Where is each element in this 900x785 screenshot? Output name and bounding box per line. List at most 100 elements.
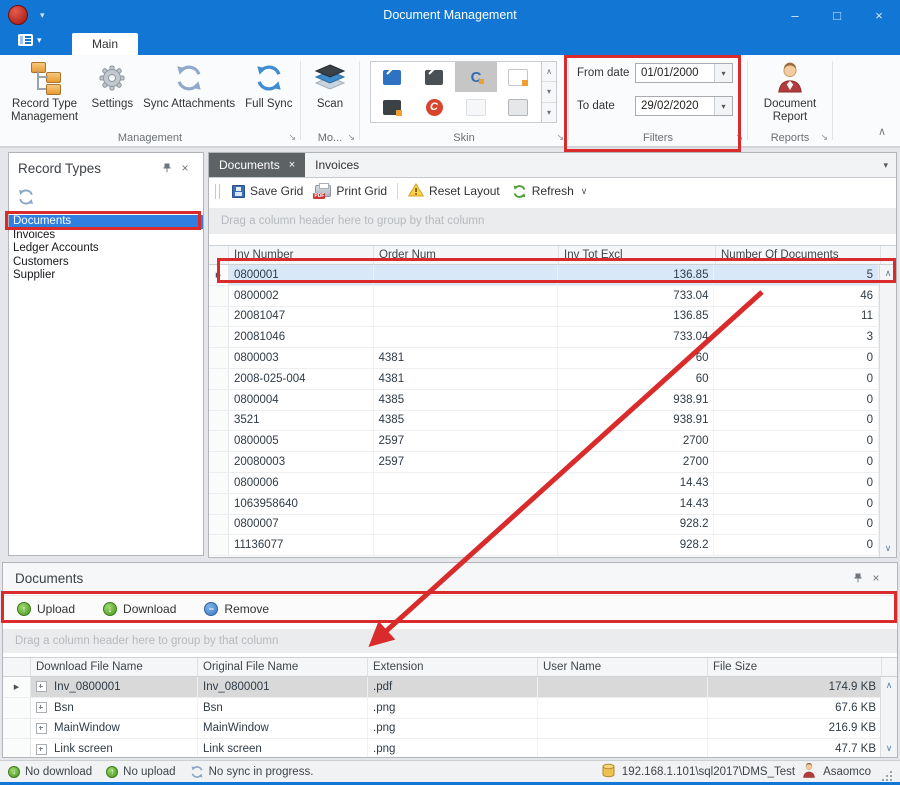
- cell-order-num[interactable]: [374, 535, 558, 555]
- cell-inv-tot-excl[interactable]: 14.43: [558, 473, 715, 493]
- cell-inv-tot-excl[interactable]: 928.2: [558, 515, 715, 535]
- tab-documents[interactable]: Documents ×: [209, 153, 305, 177]
- cell-original-file-name[interactable]: Inv_0800001: [198, 677, 368, 697]
- column-header-user-name[interactable]: User Name: [538, 658, 708, 676]
- column-header-order-num[interactable]: Order Num: [374, 246, 559, 264]
- toolbar-drag-handle[interactable]: [215, 184, 220, 199]
- close-panel-icon[interactable]: ×: [867, 571, 885, 585]
- cell-file-size[interactable]: 47.7 KB: [708, 739, 882, 758]
- cell-file-size[interactable]: 216.9 KB: [708, 719, 882, 739]
- cell-user-name[interactable]: [538, 698, 708, 718]
- resize-grip[interactable]: [882, 767, 892, 777]
- cell-order-num[interactable]: 4381: [374, 369, 558, 389]
- cell-number-of-documents[interactable]: 0: [714, 431, 879, 451]
- pin-icon[interactable]: [849, 573, 867, 583]
- document-report-button[interactable]: Document Report: [748, 59, 832, 125]
- dialog-launcher-icon[interactable]: ↘: [820, 132, 828, 143]
- cell-order-num[interactable]: [374, 515, 558, 535]
- ribbon-collapse-icon[interactable]: ∧: [878, 125, 886, 138]
- cell-extension[interactable]: .pdf: [368, 677, 538, 697]
- expand-icon[interactable]: [36, 723, 47, 734]
- cell-extension[interactable]: .png: [368, 719, 538, 739]
- skin-tile-blue-editor[interactable]: [371, 62, 413, 92]
- cell-number-of-documents[interactable]: 11: [714, 307, 879, 327]
- cell-order-num[interactable]: [374, 494, 558, 514]
- skin-tile-gray-office[interactable]: [497, 92, 539, 122]
- tab-main[interactable]: Main: [72, 33, 138, 55]
- cell-inv-number[interactable]: 0800001: [229, 265, 374, 285]
- cell-inv-tot-excl[interactable]: 60: [558, 348, 715, 368]
- cell-inv-number[interactable]: 0800004: [229, 390, 374, 410]
- skin-tile-light-office[interactable]: [455, 92, 497, 122]
- table-row[interactable]: ▶ 0800006 14.43 0: [209, 473, 879, 494]
- table-row[interactable]: ▶ Link screen Link screen .png 47.7 KB: [3, 739, 897, 758]
- table-row[interactable]: ▶ 0800003 4381 60 0: [209, 348, 879, 369]
- cell-original-file-name[interactable]: Link screen: [198, 739, 368, 758]
- table-row[interactable]: ▶ Inv_0800001 Inv_0800001 .pdf 174.9 KB: [3, 677, 897, 698]
- remove-button[interactable]: − Remove: [204, 602, 269, 616]
- cell-user-name[interactable]: [538, 677, 708, 697]
- column-header-download-file-name[interactable]: Download File Name: [31, 658, 198, 676]
- from-date-dropdown-icon[interactable]: ▾: [714, 64, 732, 82]
- cell-order-num[interactable]: [374, 307, 558, 327]
- table-row[interactable]: ▶ 0800002 733.04 46: [209, 286, 879, 307]
- table-row[interactable]: ▶ 0800001 136.85 5: [209, 265, 879, 286]
- tab-close-icon[interactable]: ×: [289, 159, 295, 171]
- scroll-up-icon[interactable]: ∧: [886, 680, 893, 691]
- cell-inv-tot-excl[interactable]: 938.91: [558, 390, 715, 410]
- cell-number-of-documents[interactable]: 5: [714, 265, 879, 285]
- cell-inv-number[interactable]: 0800006: [229, 473, 374, 493]
- quick-access-caret-icon[interactable]: ▾: [40, 10, 45, 21]
- cell-inv-number[interactable]: 20081046: [229, 327, 374, 347]
- pin-icon[interactable]: [158, 163, 176, 173]
- cell-order-num[interactable]: 4385: [374, 390, 558, 410]
- record-type-management-button[interactable]: Record Type Management: [3, 59, 87, 125]
- column-header-original-file-name[interactable]: Original File Name: [198, 658, 368, 676]
- dialog-launcher-icon[interactable]: ↘: [556, 132, 564, 143]
- cell-inv-number[interactable]: 2008-025-004: [229, 369, 374, 389]
- cell-order-num[interactable]: 4385: [374, 411, 558, 431]
- cell-inv-tot-excl[interactable]: 136.85: [558, 307, 715, 327]
- upload-button[interactable]: ↑ Upload: [17, 602, 75, 616]
- table-row[interactable]: ▶ Bsn Bsn .png 67.6 KB: [3, 698, 897, 719]
- cell-inv-number[interactable]: 11136077: [229, 535, 374, 555]
- cell-order-num[interactable]: [374, 265, 558, 285]
- cell-file-size[interactable]: 67.6 KB: [708, 698, 882, 718]
- cell-number-of-documents[interactable]: 0: [714, 535, 879, 555]
- cell-inv-tot-excl[interactable]: 733.04: [558, 286, 715, 306]
- app-icon[interactable]: [8, 5, 28, 25]
- expand-icon[interactable]: [36, 702, 47, 713]
- close-button[interactable]: ×: [858, 0, 900, 30]
- scroll-down-icon[interactable]: ∨: [885, 543, 892, 554]
- cell-inv-number[interactable]: 0800003: [229, 348, 374, 368]
- refresh-record-types-icon[interactable]: [17, 188, 35, 206]
- save-grid-button[interactable]: Save Grid: [226, 184, 309, 198]
- column-header-inv-tot-excl[interactable]: Inv Tot Excl: [559, 246, 716, 264]
- cell-number-of-documents[interactable]: 0: [714, 411, 879, 431]
- cell-number-of-documents[interactable]: 0: [714, 494, 879, 514]
- cell-inv-number[interactable]: 20080003: [229, 452, 374, 472]
- cell-inv-tot-excl[interactable]: 2700: [558, 431, 715, 451]
- full-sync-button[interactable]: Full Sync: [240, 59, 297, 125]
- cell-inv-tot-excl[interactable]: 14.43: [558, 494, 715, 514]
- cell-order-num[interactable]: [374, 327, 558, 347]
- reset-layout-button[interactable]: Reset Layout: [402, 183, 506, 200]
- skin-scroll-up-icon[interactable]: ∧: [542, 62, 556, 82]
- dialog-launcher-icon[interactable]: ↘: [288, 132, 296, 143]
- cell-order-num[interactable]: [374, 473, 558, 493]
- skin-tile-red-c[interactable]: C: [413, 92, 455, 122]
- cell-inv-tot-excl[interactable]: 60: [558, 369, 715, 389]
- group-by-panel[interactable]: Drag a column header here to group by th…: [3, 629, 897, 653]
- cell-inv-tot-excl[interactable]: 733.04: [558, 327, 715, 347]
- group-by-panel[interactable]: Drag a column header here to group by th…: [209, 208, 896, 234]
- print-grid-button[interactable]: PDF Print Grid: [309, 184, 393, 198]
- cell-number-of-documents[interactable]: 3: [714, 327, 879, 347]
- scroll-up-icon[interactable]: ∧: [885, 268, 892, 279]
- settings-button[interactable]: Settings: [87, 59, 139, 125]
- cell-inv-tot-excl[interactable]: 2700: [558, 452, 715, 472]
- table-row[interactable]: ▶ 20081047 136.85 11: [209, 307, 879, 328]
- to-date-dropdown-icon[interactable]: ▾: [714, 97, 732, 115]
- cell-inv-number[interactable]: 20081047: [229, 307, 374, 327]
- cell-download-file-name[interactable]: Link screen: [31, 739, 198, 758]
- dialog-launcher-icon[interactable]: ↘: [347, 132, 355, 143]
